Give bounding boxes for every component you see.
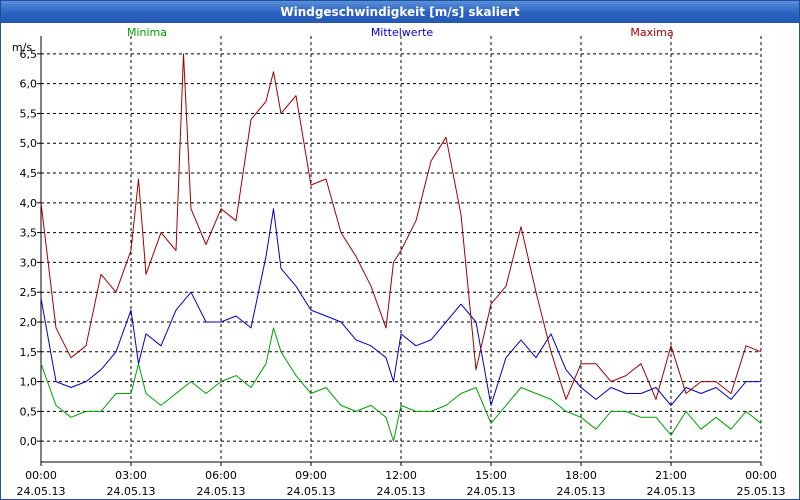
series-line-maxima xyxy=(40,53,762,400)
x-tick-date: 24.05.13 xyxy=(557,485,606,498)
x-tick-date: 24.05.13 xyxy=(17,485,66,498)
y-tick-label: 2,0 xyxy=(20,316,38,329)
y-axis-label: m/s xyxy=(12,41,32,54)
x-tick-time: 00:00 xyxy=(25,469,57,482)
y-tick-label: 1,0 xyxy=(20,376,38,389)
grid xyxy=(41,36,762,462)
x-tick-time: 00:00 xyxy=(745,469,777,482)
x-tick-time: 18:00 xyxy=(565,469,597,482)
legend-minima: Minima xyxy=(127,26,167,39)
legend: Minima Mittelwerte Maxima xyxy=(127,26,674,39)
y-tick-label: 1,5 xyxy=(20,346,38,359)
x-tick-time: 03:00 xyxy=(115,469,147,482)
y-tick-label: 0,0 xyxy=(20,435,38,448)
x-tick-date: 24.05.13 xyxy=(107,485,156,498)
x-tick-time: 09:00 xyxy=(295,469,327,482)
x-tick-time: 12:00 xyxy=(385,469,417,482)
y-axis-ticks: 0,00,51,01,52,02,53,03,54,04,55,05,56,06… xyxy=(20,48,41,448)
y-tick-label: 4,5 xyxy=(20,167,38,180)
chart-svg: 0,00,51,01,52,02,53,03,54,04,55,05,56,06… xyxy=(12,26,786,498)
x-tick-date: 24.05.13 xyxy=(197,485,246,498)
x-tick-date: 24.05.13 xyxy=(287,485,336,498)
x-axis-ticks: 00:00 24.05.13 03:00 24.05.13 06:00 24.05.13 0… xyxy=(17,462,786,498)
x-tick-time: 15:00 xyxy=(475,469,507,482)
y-tick-label: 3,5 xyxy=(20,227,38,240)
y-tick-label: 3,0 xyxy=(20,256,38,269)
x-tick-time: 21:00 xyxy=(655,469,687,482)
x-tick-date: 24.05.13 xyxy=(377,485,426,498)
x-tick-time: 06:00 xyxy=(205,469,237,482)
y-tick-label: 2,5 xyxy=(20,286,38,299)
chart-window: Windgeschwindigkeit [m/s] skaliert 0,0 0,… xyxy=(0,0,800,500)
x-tick-date: 24.05.13 xyxy=(647,485,696,498)
y-tick-label: 5,0 xyxy=(20,137,38,150)
y-tick-label: 5,5 xyxy=(20,107,38,120)
window-title: Windgeschwindigkeit [m/s] skaliert xyxy=(1,1,799,23)
x-tick-date: 25.05.13 xyxy=(737,485,786,498)
y-tick-label: 4,0 xyxy=(20,197,38,210)
legend-maxima: Maxima xyxy=(630,26,673,39)
y-tick-label: 6,0 xyxy=(20,78,38,91)
y-tick-label: 0,5 xyxy=(20,405,38,418)
legend-mittelwerte: Mittelwerte xyxy=(371,26,434,39)
x-tick-date: 24.05.13 xyxy=(467,485,516,498)
